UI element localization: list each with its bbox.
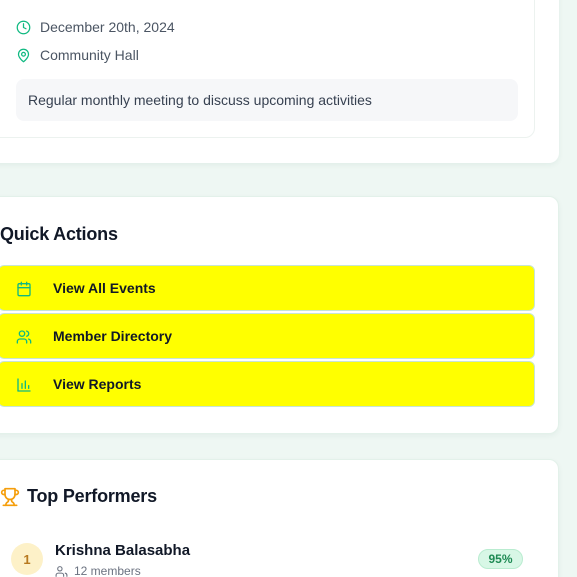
dashboard-page: December 20th, 2024 Community Hall Regul… (0, 0, 577, 577)
event-description-text: Regular monthly meeting to discuss upcom… (28, 92, 372, 108)
member-directory-label: Member Directory (53, 328, 173, 344)
members-count: 12 members (74, 564, 141, 577)
users-icon (16, 330, 32, 344)
trophy-icon (0, 487, 20, 507)
performer-members: 12 members (55, 564, 141, 577)
top-performers-card (0, 459, 559, 577)
calendar-icon (17, 281, 31, 297)
percentage-badge: 95% (478, 549, 523, 569)
clock-icon (16, 20, 31, 34)
quick-actions-title: Quick Actions (0, 224, 118, 244)
view-reports-button[interactable]: View Reports (0, 361, 535, 407)
performer-name[interactable]: Krishna Balasabha (55, 542, 190, 559)
event-location-row: Community Hall (16, 47, 139, 63)
event-location: Community Hall (40, 47, 139, 63)
bar-chart-icon (17, 378, 31, 392)
rank-badge: 1 (11, 543, 43, 575)
view-all-events-button[interactable]: View All Events (0, 265, 535, 311)
top-performers-title: Top Performers (27, 486, 157, 506)
users-icon (55, 565, 68, 577)
map-pin-icon (17, 48, 30, 62)
event-description: Regular monthly meeting to discuss upcom… (16, 79, 518, 121)
event-date-row: December 20th, 2024 (16, 19, 175, 35)
view-all-events-label: View All Events (53, 280, 156, 296)
event-date: December 20th, 2024 (40, 19, 175, 35)
view-reports-label: View Reports (53, 376, 142, 392)
member-directory-button[interactable]: Member Directory (0, 313, 535, 359)
